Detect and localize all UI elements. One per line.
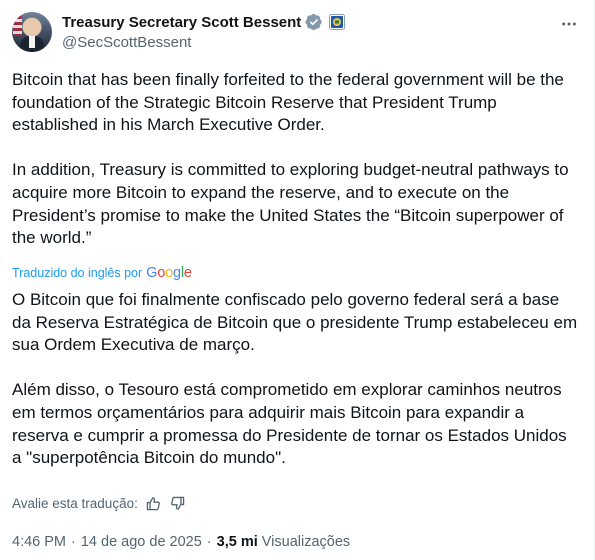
- post-original-text: Bitcoin that has been finally forfeited …: [12, 70, 569, 248]
- thumbs-down-icon[interactable]: [170, 495, 186, 511]
- post-card: Treasury Secretary Scott Bessent @SecSco…: [0, 0, 595, 560]
- post-translated-text: O Bitcoin que foi finalmente confiscado …: [12, 290, 578, 468]
- more-options-icon[interactable]: [559, 14, 579, 34]
- translated-by-label: Traduzido do inglês por: [12, 266, 143, 280]
- post-header: Treasury Secretary Scott Bessent @SecSco…: [12, 10, 583, 54]
- avatar-shirt: [29, 36, 35, 48]
- google-logo: Google: [146, 265, 192, 281]
- meta-separator: ·: [71, 534, 76, 550]
- post-date[interactable]: 14 de ago de 2025: [81, 534, 202, 550]
- verified-badge-icon[interactable]: [305, 13, 323, 31]
- avatar[interactable]: [12, 12, 52, 52]
- author-display-name[interactable]: Treasury Secretary Scott Bessent: [62, 14, 301, 31]
- translated-by-link[interactable]: Traduzido do inglês por Google: [12, 264, 192, 282]
- rate-translation-label: Avalie esta tradução:: [12, 495, 138, 511]
- views-count[interactable]: 3,5 mi: [217, 534, 258, 550]
- views-label: Visualizações: [261, 534, 351, 550]
- rate-translation-row: Avalie esta tradução:: [12, 493, 186, 513]
- post-meta-row: 4:46 PM · 14 de ago de 2025 · 3,5 mi Vis…: [12, 532, 350, 552]
- thumbs-up-icon[interactable]: [146, 495, 162, 511]
- author-name-row: Treasury Secretary Scott Bessent: [62, 12, 346, 32]
- us-government-affiliation-icon[interactable]: [329, 14, 346, 30]
- post-time[interactable]: 4:46 PM: [12, 534, 66, 550]
- avatar-flag: [13, 16, 22, 36]
- author-handle[interactable]: @SecScottBessent: [62, 34, 191, 51]
- meta-separator: ·: [206, 534, 212, 550]
